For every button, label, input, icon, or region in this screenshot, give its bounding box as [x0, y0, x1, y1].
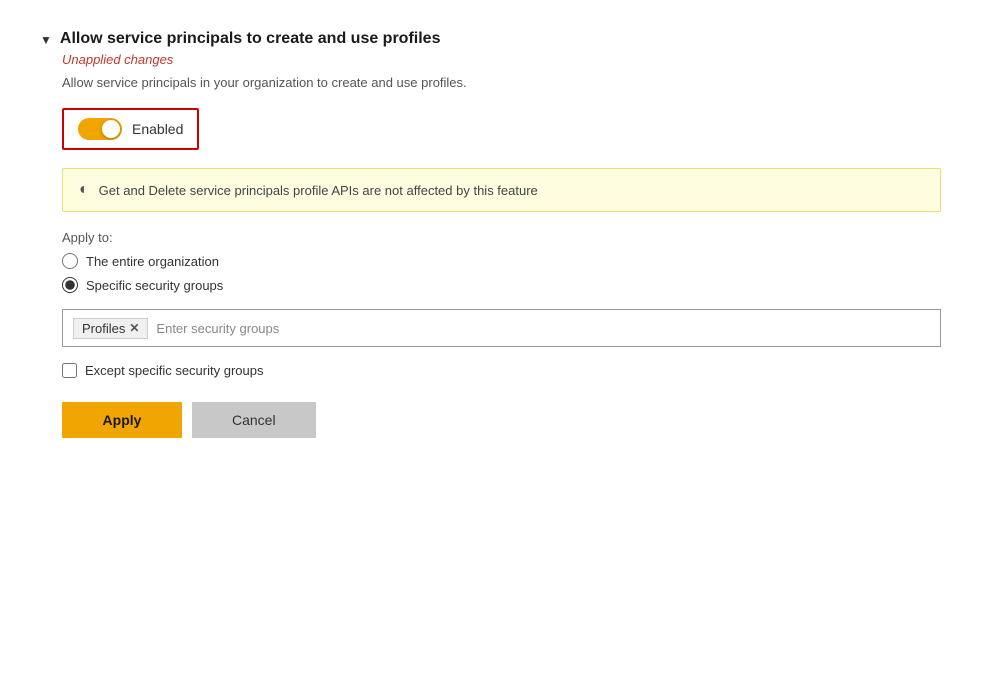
toggle-container[interactable]: Enabled — [62, 108, 199, 150]
tag-label: Profiles — [82, 321, 125, 336]
radio-specific-groups-label: Specific security groups — [86, 278, 223, 293]
toggle-thumb — [102, 120, 120, 138]
radio-entire-org-label: The entire organization — [86, 254, 219, 269]
enabled-toggle[interactable] — [78, 118, 122, 140]
info-icon: ◐ — [79, 181, 89, 199]
section-title: Allow service principals to create and u… — [60, 30, 441, 48]
section-description: Allow service principals in your organiz… — [62, 75, 941, 90]
security-groups-placeholder: Enter security groups — [156, 321, 930, 336]
except-checkbox-input[interactable] — [62, 363, 77, 378]
radio-specific-groups[interactable]: Specific security groups — [62, 277, 941, 293]
apply-button[interactable]: Apply — [62, 402, 182, 438]
unapplied-changes-label: Unapplied changes — [62, 52, 941, 67]
section-container: ▼ Allow service principals to create and… — [40, 30, 941, 438]
profiles-tag: Profiles ✕ — [73, 318, 148, 339]
toggle-track — [78, 118, 122, 140]
info-message: Get and Delete service principals profil… — [99, 183, 538, 198]
apply-to-label: Apply to: — [62, 230, 941, 245]
radio-specific-groups-input[interactable] — [62, 277, 78, 293]
radio-entire-org[interactable]: The entire organization — [62, 253, 941, 269]
tag-remove-button[interactable]: ✕ — [129, 321, 139, 335]
except-checkbox-label: Except specific security groups — [85, 363, 263, 378]
info-box: ◐ Get and Delete service principals prof… — [62, 168, 941, 212]
radio-group: The entire organization Specific securit… — [62, 253, 941, 293]
button-row: Apply Cancel — [62, 402, 941, 438]
collapse-icon: ▼ — [40, 33, 52, 47]
toggle-label: Enabled — [132, 121, 183, 137]
radio-entire-org-input[interactable] — [62, 253, 78, 269]
section-header: ▼ Allow service principals to create and… — [40, 30, 941, 48]
cancel-button[interactable]: Cancel — [192, 402, 316, 438]
security-groups-field[interactable]: Profiles ✕ Enter security groups — [62, 309, 941, 347]
except-checkbox-row[interactable]: Except specific security groups — [62, 363, 941, 378]
